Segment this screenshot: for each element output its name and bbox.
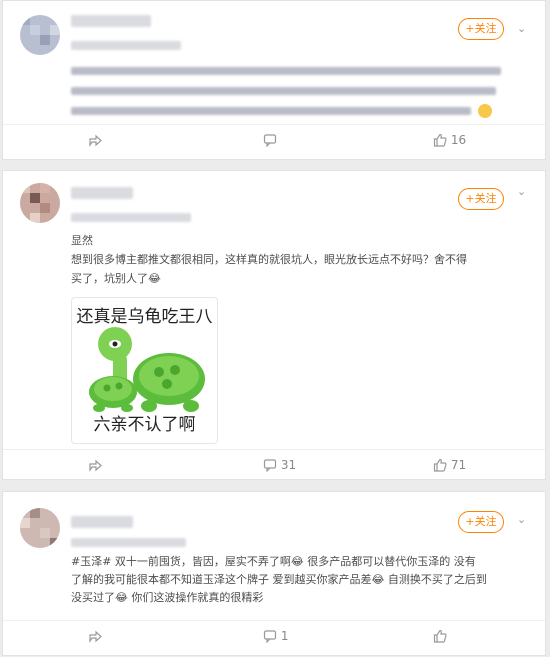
like-count: 16 bbox=[450, 133, 467, 147]
post-meta bbox=[71, 41, 181, 50]
like-button[interactable] bbox=[433, 629, 447, 643]
share-icon bbox=[89, 630, 102, 643]
turtle-illustration bbox=[89, 327, 205, 412]
post-text bbox=[71, 107, 471, 115]
weibo-post: +关注 ⌄ 显然 想到很多博主都推文都很相同，这样真的就很坑人，眼光放长远点不好… bbox=[2, 170, 546, 480]
post-meta bbox=[71, 213, 191, 222]
follow-button[interactable]: +关注 bbox=[458, 18, 504, 40]
chevron-down-icon[interactable]: ⌄ bbox=[517, 22, 526, 35]
action-bar: 16 bbox=[3, 124, 545, 161]
follow-button[interactable]: +关注 bbox=[458, 188, 504, 210]
weibo-post: +关注 ⌄ 16 bbox=[2, 0, 546, 160]
comment-icon bbox=[263, 630, 277, 644]
action-bar: 1 bbox=[3, 620, 545, 657]
post-text: 了解的我可能很本都不知道玉泽这个牌子 爱到越买你家产品差😂 自测换不买了之后到 bbox=[71, 573, 487, 586]
avatar[interactable] bbox=[20, 183, 60, 223]
chevron-down-icon[interactable]: ⌄ bbox=[517, 185, 526, 198]
share-button[interactable] bbox=[88, 133, 102, 147]
post-text bbox=[71, 87, 496, 95]
post-text: 想到很多博主都推文都很相同，这样真的就很坑人，眼光放长远点不好吗？舍不得 bbox=[71, 253, 467, 266]
comment-icon bbox=[263, 459, 277, 473]
comment-button[interactable] bbox=[263, 133, 277, 148]
comment-button[interactable]: 31 bbox=[263, 458, 297, 473]
chevron-down-icon[interactable]: ⌄ bbox=[517, 513, 526, 526]
meme-caption-bottom: 六亲不认了啊 bbox=[93, 415, 196, 435]
thumbs-up-icon bbox=[433, 133, 447, 147]
post-text bbox=[71, 67, 501, 75]
post-text: 买了，坑别人了😂 bbox=[71, 272, 161, 285]
post-text: 显然 bbox=[71, 234, 93, 247]
like-count: 71 bbox=[450, 458, 467, 472]
comment-count: 31 bbox=[280, 458, 297, 472]
like-button[interactable]: 71 bbox=[433, 458, 466, 472]
share-icon bbox=[89, 134, 102, 147]
share-button[interactable] bbox=[88, 458, 102, 472]
follow-button[interactable]: +关注 bbox=[458, 511, 504, 533]
avatar[interactable] bbox=[20, 15, 60, 55]
thumbs-up-icon bbox=[433, 458, 447, 472]
post-text: 没买过了😂 你们这波操作就真的很精彩 bbox=[71, 591, 264, 604]
post-text: #玉泽# 双十一前囤货，皆因，屋实不弄了啊😂 很多产品都可以替代你玉泽的 没有 bbox=[71, 555, 476, 568]
thumbs-up-icon bbox=[433, 629, 447, 643]
meme-image[interactable]: 还真是乌龟吃王八 六亲不认了啊 bbox=[71, 297, 218, 444]
comment-icon bbox=[263, 134, 277, 148]
action-bar: 31 71 bbox=[3, 449, 545, 486]
emoji-icon bbox=[478, 104, 492, 118]
weibo-post: +关注 ⌄ #玉泽# 双十一前囤货，皆因，屋实不弄了啊😂 很多产品都可以替代你玉… bbox=[2, 491, 546, 656]
username[interactable] bbox=[71, 516, 133, 528]
username[interactable] bbox=[71, 187, 133, 199]
post-meta bbox=[71, 538, 186, 547]
share-icon bbox=[89, 459, 102, 472]
username[interactable] bbox=[71, 15, 151, 27]
comment-count: 1 bbox=[280, 629, 289, 643]
share-button[interactable] bbox=[88, 629, 102, 643]
avatar[interactable] bbox=[20, 508, 60, 548]
comment-button[interactable]: 1 bbox=[263, 629, 289, 644]
like-button[interactable]: 16 bbox=[433, 133, 466, 147]
